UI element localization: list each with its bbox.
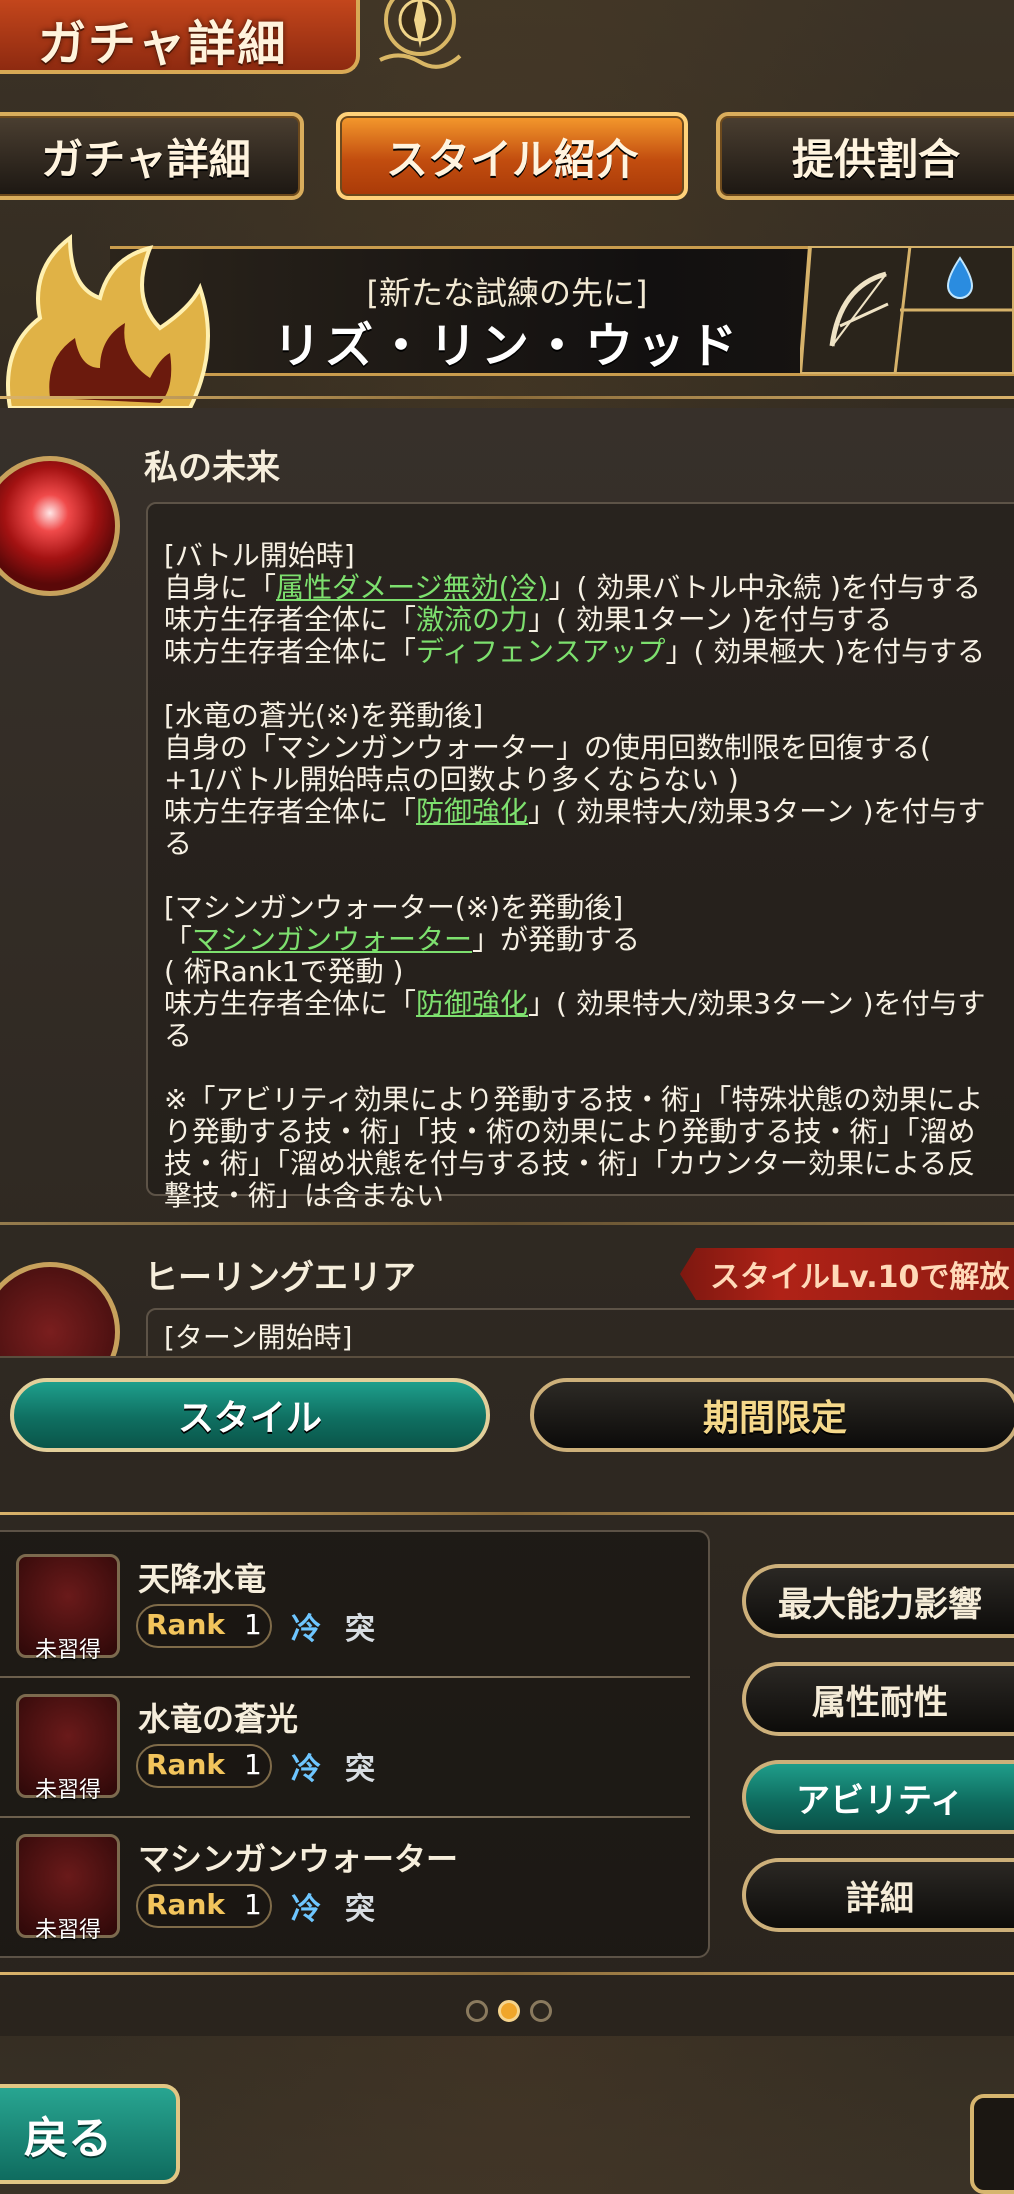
rank-value: 1 [244, 1888, 262, 1921]
ability-description: [バトル開始時] 自身に「属性ダメージ無効(冷)」( 効果バトル中永続 )を付与す… [164, 508, 1004, 1244]
desc-line: ( 術Rank1で発動 ) [164, 955, 404, 988]
tab-gacha-detail[interactable]: ガチャ詳細 [0, 112, 304, 200]
cold-element-icon: 冷 [291, 1892, 321, 1927]
desc-line: ※「アビリティ効果により発動する技・術」「特殊状態の効果によ [164, 1083, 984, 1116]
back-button[interactable]: 戻る [0, 2084, 180, 2184]
skill-status: 未習得 [34, 1778, 101, 1803]
pierce-element-icon: 突 [345, 1612, 375, 1647]
tab-rates[interactable]: 提供割合 [716, 112, 1014, 200]
desc-line: +1/バトル開始時点の回数より多くならない ) [164, 763, 739, 796]
toggle-style-button[interactable]: スタイル [10, 1378, 490, 1452]
row-divider [0, 1676, 690, 1678]
desc-line: る [164, 827, 193, 860]
desc-line: 味方生存者全体に「防御強化」( 効果特大/効果3ターン )を付与す [164, 987, 986, 1020]
skill-row[interactable]: 未習得 天降水竜 Rank 1 冷 突 [0, 1540, 710, 1680]
desc-line: 味方生存者全体に「激流の力」( 効果1ターン )を付与する [164, 603, 893, 636]
cold-element-icon: 冷 [291, 1752, 321, 1787]
pierce-element-icon: 突 [345, 1892, 375, 1927]
title-bar: ガチャ詳細 [0, 0, 360, 74]
ability-button[interactable]: アビリティ [742, 1760, 1014, 1834]
desc-line: [水竜の蒼光(※)を発動後] [164, 699, 484, 732]
panel-bottom-divider [0, 1972, 1014, 1975]
desc-line: 味方生存者全体に「ディフェンスアップ」( 効果極大 )を付与する [164, 635, 986, 668]
desc-line: [マシンガンウォーター(※)を発動後] [164, 891, 624, 924]
pierce-element-icon: 突 [345, 1752, 375, 1787]
page-dot[interactable] [530, 2000, 552, 2022]
rank-value: 1 [244, 1748, 262, 1781]
desc-line: 味方生存者全体に「防御強化」( 効果特大/効果3ターン )を付与す [164, 795, 986, 828]
skill-row[interactable]: 未習得 マシンガンウォーター Rank 1 冷 突 [0, 1820, 710, 1960]
skill-row[interactable]: 未習得 水竜の蒼光 Rank 1 冷 突 [0, 1680, 710, 1820]
skill-status: 未習得 [34, 1918, 101, 1943]
page-dot-active[interactable] [498, 2000, 520, 2022]
ability-name-locked: ヒーリングエリア [144, 1258, 416, 1298]
banner-divider [0, 396, 1014, 399]
skill-name: 水竜の蒼光 [138, 1700, 299, 1738]
ability-name: 私の未来 [144, 448, 280, 488]
unlock-requirement-badge: スタイルLv.10で解放 [680, 1248, 1014, 1300]
desc-line [164, 860, 1004, 892]
ability-divider [0, 1222, 1014, 1225]
rank-label: Rank [146, 1888, 226, 1921]
desc-line: 自身に「属性ダメージ無効(冷)」( 効果バトル中永続 )を付与する [164, 571, 981, 604]
panel-divider [0, 1512, 1014, 1515]
page-title: ガチャ詳細 [38, 16, 288, 72]
max-stat-influence-button[interactable]: 最大能力影響 [742, 1564, 1014, 1638]
bow-icon [800, 246, 1014, 374]
tab-style-intro[interactable]: スタイル紹介 [336, 112, 688, 200]
skill-status: 未習得 [34, 1638, 101, 1663]
page-dot[interactable] [466, 2000, 488, 2022]
desc-line: [バトル開始時] [164, 539, 355, 572]
desc-line: 「マシンガンウォーター」が発動する [164, 923, 641, 956]
skill-name: 天降水竜 [138, 1560, 267, 1598]
details-button[interactable]: 詳細 [742, 1858, 1014, 1932]
skill-name: マシンガンウォーター [138, 1840, 459, 1878]
compass-icon [379, 0, 462, 69]
element-resistance-button[interactable]: 属性耐性 [742, 1662, 1014, 1736]
menu-icon[interactable] [970, 2094, 1014, 2194]
desc-line [164, 668, 1004, 700]
desc-line: 撃技・術」は含まない [164, 1179, 445, 1212]
desc-line: 技・術」「溜め状態を付与する技・術」「カウンター効果による反 [164, 1147, 976, 1180]
row-divider [0, 1816, 690, 1818]
desc-line: 自身の「マシンガンウォーター」の使用回数制限を回復する( [164, 731, 931, 764]
rank-label: Rank [146, 1608, 226, 1641]
ability2-first-line: [ターン開始時] [164, 1321, 353, 1354]
desc-line [164, 1052, 1004, 1084]
desc-line: り発動する技・術」「技・術の効果により発動する技・術」「溜め [164, 1115, 976, 1148]
rank-label: Rank [146, 1748, 226, 1781]
desc-line: る [164, 1019, 193, 1052]
toggle-limited-button[interactable]: 期間限定 [530, 1378, 1014, 1452]
rank-value: 1 [244, 1608, 262, 1641]
cold-element-icon: 冷 [291, 1612, 321, 1647]
